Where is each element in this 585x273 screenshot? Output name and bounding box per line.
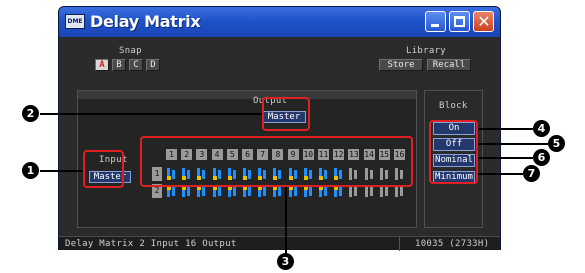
library-label: Library (406, 46, 447, 56)
callout-6: 6 (533, 149, 550, 166)
status-text: Delay Matrix 2 Input 16 Output (65, 239, 237, 249)
snap-label: Snap (119, 46, 142, 56)
matrix-highlight (140, 136, 413, 187)
block-label: Block (439, 101, 468, 111)
callout-2-line (40, 113, 262, 115)
maximize-button[interactable] (449, 11, 470, 32)
callout-4: 4 (533, 120, 550, 137)
callout-3-line (285, 187, 287, 257)
store-button[interactable]: Store (379, 59, 423, 71)
close-button[interactable]: ✕ (473, 11, 494, 32)
close-icon: ✕ (477, 12, 491, 31)
title-bar[interactable]: DME Delay Matrix ✕ (59, 7, 500, 37)
block-highlight (429, 120, 478, 184)
window-title: Delay Matrix (90, 12, 201, 31)
callout-6-line (478, 157, 533, 159)
minimize-button[interactable] (425, 11, 446, 32)
callout-1-line (40, 170, 83, 172)
input-highlight (83, 150, 124, 188)
callout-5: 5 (548, 135, 565, 152)
status-bar: Delay Matrix 2 Input 16 Output 10035 (27… (59, 236, 500, 251)
minimize-icon (431, 24, 439, 27)
callout-2: 2 (22, 105, 39, 122)
callout-5-line (478, 143, 548, 145)
callout-4-line (478, 128, 533, 130)
callout-7-line (478, 173, 523, 175)
output-highlight (262, 97, 310, 131)
app-icon: DME (65, 14, 85, 29)
status-id: 10035 (2733H) (415, 239, 490, 249)
panel-header-strip (78, 91, 416, 99)
callout-1: 1 (22, 162, 39, 179)
status-divider (399, 237, 400, 251)
maximize-icon (454, 16, 465, 27)
snap-c-button[interactable]: C (129, 59, 143, 71)
snap-b-button[interactable]: B (112, 59, 126, 71)
snap-d-button[interactable]: D (146, 59, 160, 71)
snap-a-button[interactable]: A (95, 59, 109, 71)
callout-7: 7 (523, 165, 540, 182)
callout-3: 3 (277, 253, 294, 270)
recall-button[interactable]: Recall (427, 59, 471, 71)
